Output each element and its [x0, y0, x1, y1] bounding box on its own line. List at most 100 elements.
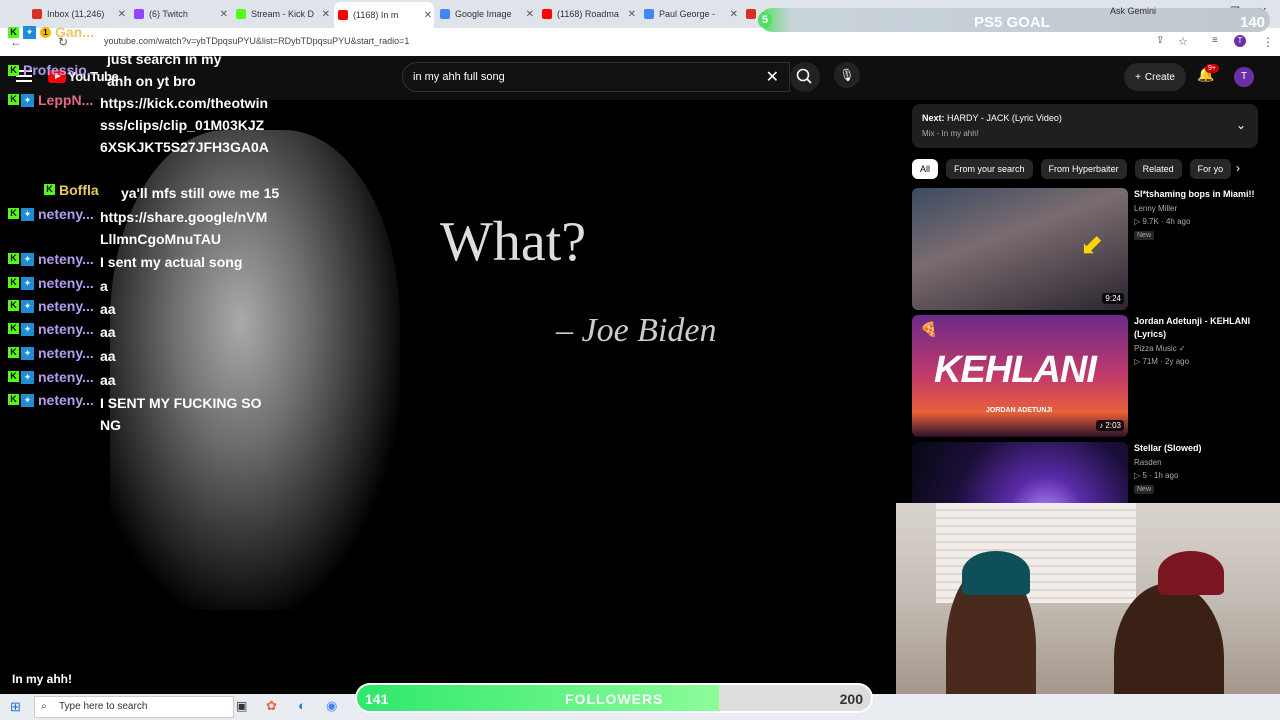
chat-badges: K ✦ [8, 321, 34, 343]
chat-username: Gan... [55, 24, 94, 40]
video-thumbnail[interactable] [912, 442, 1128, 504]
now-playing-title: In my ahh! [12, 672, 73, 686]
chat-message-text: I sent my actual song [100, 254, 243, 270]
clear-search-icon[interactable]: ✕ [766, 67, 779, 87]
recommended-video[interactable]: 🍕 KEHLANI JORDAN ADETUNJI ♪ 2:03 Jordan … [912, 315, 1262, 437]
video-channel[interactable]: Pizza Music ✓ [1134, 344, 1186, 353]
close-tab-icon[interactable]: ✕ [526, 9, 534, 20]
chip-for-you[interactable]: For yo [1189, 159, 1232, 179]
chat-username: neteny... [38, 369, 94, 385]
video-channel[interactable]: Lenny Miller [1134, 204, 1177, 213]
recommended-video[interactable]: Stellar (Slowed) Rasden ▷ 5 · 1h ago New [912, 442, 1262, 504]
profile-avatar-icon[interactable]: T [1234, 35, 1246, 47]
tab-favicon-icon [32, 9, 42, 19]
chip-from-channel[interactable]: From Hyperbaiter [1040, 159, 1127, 179]
chat-message-text: aa [100, 324, 116, 340]
chrome-icon[interactable]: ◉ [326, 698, 337, 714]
video-title[interactable]: Sl*tshaming bops in Miami!! [1134, 188, 1258, 201]
up-next-panel[interactable]: Next: HARDY - JACK (Lyric Video) Mix - I… [912, 104, 1258, 148]
install-icon[interactable]: ⇪ [1156, 35, 1164, 46]
close-tab-icon[interactable]: ✕ [730, 9, 738, 20]
browser-tab[interactable]: Stream - Kick D ✕ [232, 4, 332, 24]
chip-related[interactable]: Related [1134, 159, 1182, 179]
account-avatar[interactable]: T [1234, 67, 1254, 87]
close-tab-icon[interactable]: ✕ [322, 9, 330, 20]
chat-message-text: aa [100, 372, 116, 388]
search-button[interactable] [790, 62, 820, 92]
chat-badges: K [44, 182, 55, 204]
browser-tab[interactable]: Paul George - ✕ [640, 4, 740, 24]
video-thumbnail[interactable]: ⬋ 9:24 [912, 188, 1128, 310]
close-tab-icon[interactable]: ✕ [424, 10, 432, 21]
up-next-title: Next: HARDY - JACK (Lyric Video) [922, 113, 1062, 123]
ask-gemini-button[interactable]: Ask Gemini [1110, 6, 1156, 16]
browser-tab[interactable]: (1168) Roadma ✕ [538, 4, 638, 24]
thumbnail-artist-text: JORDAN ADETUNJI [986, 407, 1053, 414]
search-input-value: in my ahh full song [413, 71, 505, 83]
browser-tab[interactable]: (6) Twitch ✕ [130, 4, 230, 24]
chat-message-row: K ✦ neteny... aa [8, 321, 270, 343]
tab-label: (1168) In m [353, 10, 399, 20]
goal-current-value: 5 [758, 12, 772, 28]
tab-favicon-icon [338, 10, 348, 20]
chat-message: just search in my ahh on yt bro [107, 51, 222, 89]
followers-target: 200 [839, 691, 863, 707]
browser-tab[interactable]: Inbox (11,246) ✕ [28, 4, 128, 24]
new-badge: New [1134, 485, 1155, 494]
extensions-icon[interactable]: ≡ [1212, 35, 1218, 46]
voice-search-mic-icon[interactable]: 🎙 [834, 62, 860, 88]
kick-badge-icon: K [8, 347, 19, 358]
chat-message: facts [105, 25, 132, 39]
chat-message-row: K ✦ LeppN... https://kick.com/theotwinsss/c… [8, 92, 270, 158]
task-view-icon[interactable]: ▣ [236, 699, 247, 713]
taskbar-search-input[interactable]: ⌕ Type here to search [34, 696, 234, 718]
subscriber-badge-icon: ✦ [21, 347, 34, 360]
video-title[interactable]: Jordan Adetunji - KEHLANI (Lyrics) [1134, 315, 1258, 341]
tab-favicon-icon [440, 9, 450, 19]
browser-tab[interactable]: Google Image ✕ [436, 4, 536, 24]
chip-all[interactable]: All [912, 159, 939, 179]
chat-message-row: K ✦ neteny... aa [8, 298, 270, 320]
chip-from-search[interactable]: From your search [946, 159, 1033, 179]
browser-tab[interactable]: (1168) In m ✕ [334, 2, 434, 28]
chat-badges: K ✦ [8, 206, 34, 250]
chat-message-text: aa [100, 301, 116, 317]
search-input[interactable]: in my ahh full song ✕ [402, 62, 790, 92]
video-thumbnail[interactable]: 🍕 KEHLANI JORDAN ADETUNJI ♪ 2:03 [912, 315, 1128, 437]
video-duration: 9:24 [1102, 293, 1124, 304]
recommended-video[interactable]: ⬋ 9:24 Sl*tshaming bops in Miami!! Lenny… [912, 188, 1262, 310]
url-text[interactable]: youtube.com/watch?v=ybTDpqsuPYU&list=RDy… [104, 36, 409, 46]
tab-label: Stream - Kick D [251, 9, 315, 19]
chevron-right-icon[interactable]: › [1236, 161, 1240, 175]
tab-favicon-icon [542, 9, 552, 19]
video-title[interactable]: Stellar (Slowed) [1134, 442, 1258, 455]
plus-icon: + [1135, 71, 1141, 83]
create-button[interactable]: + Create [1124, 63, 1186, 91]
thumbnail-title-text: KEHLANI [934, 349, 1097, 391]
chat-username: neteny... [38, 206, 94, 222]
tab-favicon-icon [134, 9, 144, 19]
subscriber-badge-icon: ✦ [21, 277, 34, 290]
browser-menu-icon[interactable]: ⋮ [1262, 35, 1274, 49]
edge-icon[interactable]: ◐ [298, 698, 306, 713]
close-tab-icon[interactable]: ✕ [220, 9, 228, 20]
close-tab-icon[interactable]: ✕ [118, 9, 126, 20]
bookmark-star-icon[interactable]: ☆ [1178, 35, 1188, 48]
tab-label: Google Image [455, 9, 512, 19]
chat-username: neteny... [38, 251, 94, 267]
chevron-down-icon[interactable]: ⌄ [1236, 118, 1246, 132]
subscriber-badge-icon: ✦ [21, 208, 34, 221]
goal-label: PS5 GOAL [974, 14, 1050, 31]
yellow-arrow-icon: ⬋ [1080, 229, 1104, 260]
video-quote-attribution: – Joe Biden [556, 312, 717, 349]
chat-username: LeppN... [38, 92, 94, 108]
close-tab-icon[interactable]: ✕ [628, 9, 636, 20]
windows-start-icon[interactable]: ⊞ [10, 699, 21, 715]
tab-favicon-icon [236, 9, 246, 19]
video-channel[interactable]: Rasden [1134, 458, 1162, 467]
chat-badges: K ✦ [8, 275, 34, 297]
chat-username: neteny... [38, 275, 94, 291]
chat-message-row: K ✦ neteny... a [8, 275, 270, 297]
copilot-icon[interactable]: ✿ [266, 698, 277, 714]
subscriber-badge-icon: ✦ [21, 94, 34, 107]
